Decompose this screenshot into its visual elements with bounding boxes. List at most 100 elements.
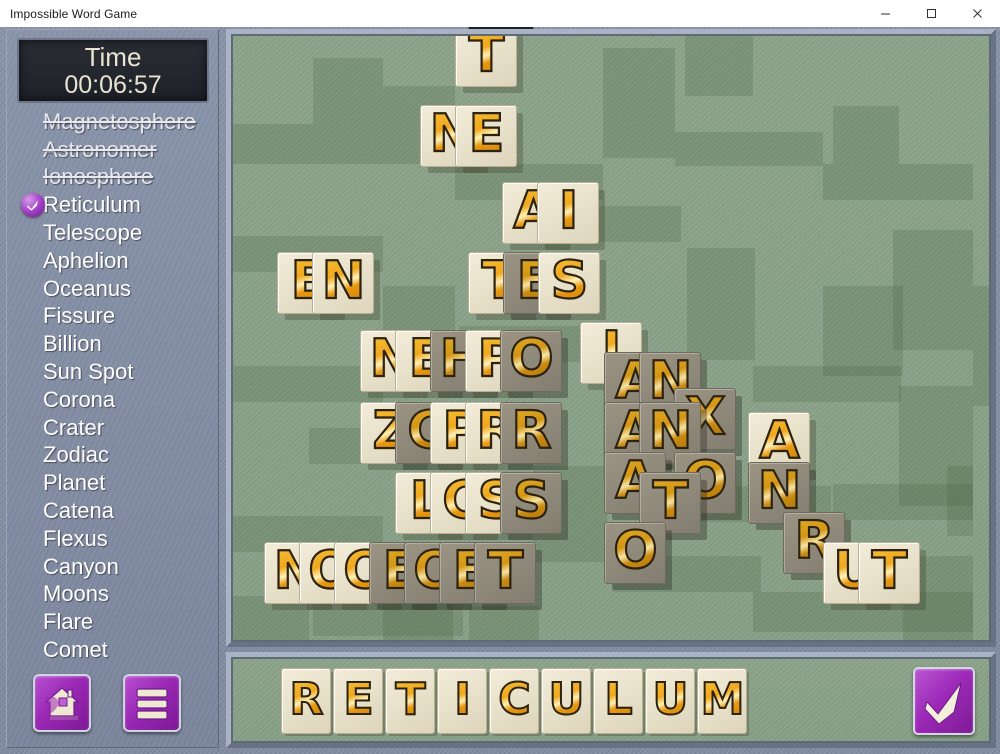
answer-tile-letter: E bbox=[342, 674, 374, 725]
word-list-item[interactable]: Moons bbox=[7, 581, 220, 609]
background-block bbox=[823, 286, 903, 376]
board-tile[interactable]: E bbox=[455, 105, 525, 175]
word-list-item-label: Comet bbox=[43, 637, 108, 663]
word-list-item[interactable]: Flare bbox=[7, 608, 220, 636]
word-list-item[interactable]: Telescope bbox=[7, 219, 220, 247]
menu-button[interactable] bbox=[123, 674, 181, 732]
word-list-item[interactable]: Comet bbox=[7, 636, 220, 664]
word-list-item[interactable]: Billion bbox=[7, 330, 220, 358]
tile-face: E bbox=[455, 105, 517, 167]
background-block bbox=[685, 36, 753, 96]
word-list-item-label: Catena bbox=[43, 498, 114, 524]
background-block bbox=[893, 230, 973, 350]
tile-face: O bbox=[500, 330, 562, 392]
word-list-item[interactable]: Planet bbox=[7, 469, 220, 497]
background-block bbox=[675, 132, 823, 166]
answer-tile[interactable]: L bbox=[593, 668, 643, 734]
background-block bbox=[973, 286, 989, 406]
word-list-item[interactable]: Zodiac bbox=[7, 442, 220, 470]
home-button[interactable] bbox=[33, 674, 91, 732]
tile-letter: E bbox=[468, 104, 506, 164]
word-list-item-label: Moons bbox=[43, 581, 110, 607]
tile-letter: I bbox=[558, 181, 580, 241]
tile-letter: T bbox=[468, 36, 506, 81]
answer-tile[interactable]: I bbox=[437, 668, 487, 734]
timer-value: 00:06:57 bbox=[64, 70, 162, 99]
tile-letter: O bbox=[612, 521, 658, 581]
word-list-item-label: Magnetosphere bbox=[43, 108, 196, 134]
board-tile[interactable]: O bbox=[500, 330, 570, 400]
word-list: Magnetosphere Astronomer Ionosphere Reticul… bbox=[7, 108, 220, 668]
answer-tile-letter: I bbox=[453, 674, 471, 725]
word-list-item[interactable]: Aphelion bbox=[7, 247, 220, 275]
word-list-item[interactable]: Corona bbox=[7, 386, 220, 414]
word-list-item[interactable]: Reticulum bbox=[7, 191, 220, 219]
checkmark-icon bbox=[921, 676, 967, 726]
tile-letter: S bbox=[512, 471, 552, 531]
close-button[interactable] bbox=[954, 0, 1000, 27]
timer-panel: Time 00:06:57 bbox=[17, 38, 209, 103]
word-list-item[interactable]: Sun Spot bbox=[7, 358, 220, 386]
background-block bbox=[687, 248, 755, 360]
word-list-item-label: Ionosphere bbox=[43, 164, 154, 190]
word-list-item[interactable]: Ionosphere bbox=[7, 164, 220, 192]
board-tile[interactable]: R bbox=[500, 402, 570, 472]
board-tile[interactable]: S bbox=[500, 472, 570, 542]
selected-word-check-icon bbox=[21, 193, 45, 218]
tile-letter: T bbox=[652, 471, 690, 531]
game-board[interactable]: TNEAIENTESNEHPOIANZCPRRANXALCSSATONNOOEO… bbox=[231, 34, 991, 642]
word-list-item-label: Flare bbox=[43, 609, 94, 635]
tile-letter: N bbox=[648, 401, 694, 461]
answer-tile-letter: U bbox=[652, 674, 690, 725]
answer-tile[interactable]: U bbox=[645, 668, 695, 734]
answer-tile[interactable]: U bbox=[541, 668, 591, 734]
board-tile[interactable]: O bbox=[604, 522, 674, 592]
answer-tile[interactable]: T bbox=[385, 668, 435, 734]
word-list-item[interactable]: Magnetosphere bbox=[7, 108, 220, 136]
game-surface: Time 00:06:57 Magnetosphere Astronomer Ion… bbox=[0, 27, 1000, 754]
board-tile[interactable]: T bbox=[455, 36, 525, 95]
answer-tile-letter: M bbox=[700, 674, 746, 725]
board-tile[interactable]: T bbox=[474, 542, 544, 612]
answer-tile[interactable]: M bbox=[697, 668, 747, 734]
window-title: Impossible Word Game bbox=[10, 6, 138, 21]
answer-tile[interactable]: R bbox=[281, 668, 331, 734]
tile-face: I bbox=[537, 182, 599, 244]
background-block bbox=[753, 366, 901, 402]
background-block bbox=[313, 58, 383, 124]
word-list-item[interactable]: Astronomer bbox=[7, 136, 220, 164]
word-list-item-label: Reticulum bbox=[43, 192, 141, 218]
submit-button[interactable] bbox=[913, 667, 975, 735]
word-list-item[interactable]: Canyon bbox=[7, 553, 220, 581]
answer-tile[interactable]: E bbox=[333, 668, 383, 734]
answer-tile-letter: R bbox=[289, 674, 325, 725]
word-list-item[interactable]: Fissure bbox=[7, 303, 220, 331]
board-tile[interactable]: N bbox=[312, 252, 382, 322]
maximize-button[interactable] bbox=[908, 0, 954, 27]
home-icon bbox=[40, 681, 84, 725]
board-tile[interactable]: T bbox=[858, 542, 928, 612]
word-list-item[interactable]: Catena bbox=[7, 497, 220, 525]
word-list-item[interactable]: Oceanus bbox=[7, 275, 220, 303]
background-block bbox=[233, 124, 383, 164]
word-list-item-label: Zodiac bbox=[43, 442, 110, 468]
window-controls bbox=[862, 0, 1000, 27]
board-tile[interactable]: I bbox=[537, 182, 607, 252]
tile-face: T bbox=[455, 36, 517, 87]
word-list-item-label: Billion bbox=[43, 331, 102, 357]
answer-area[interactable]: RETICULUM bbox=[231, 657, 991, 743]
sidebar: Time 00:06:57 Magnetosphere Astronomer Ion… bbox=[6, 29, 219, 748]
answer-tile[interactable]: C bbox=[489, 668, 539, 734]
tile-face: T bbox=[858, 542, 920, 604]
answer-tile-letter: L bbox=[603, 674, 633, 725]
word-list-item[interactable]: Crater bbox=[7, 414, 220, 442]
word-list-item-label: Canyon bbox=[43, 553, 119, 579]
game-board-panel: TNEAIENTESNEHPOIANZCPRRANXALCSSATONNOOEO… bbox=[226, 29, 996, 647]
board-tile[interactable]: S bbox=[538, 252, 608, 322]
menu-icon bbox=[132, 683, 172, 723]
tile-letter: A bbox=[758, 411, 800, 471]
minimize-button[interactable] bbox=[862, 0, 908, 27]
word-list-item[interactable]: Flexus bbox=[7, 525, 220, 553]
word-list-item-label: Sun Spot bbox=[43, 359, 134, 385]
word-list-item-label: Planet bbox=[43, 470, 106, 496]
